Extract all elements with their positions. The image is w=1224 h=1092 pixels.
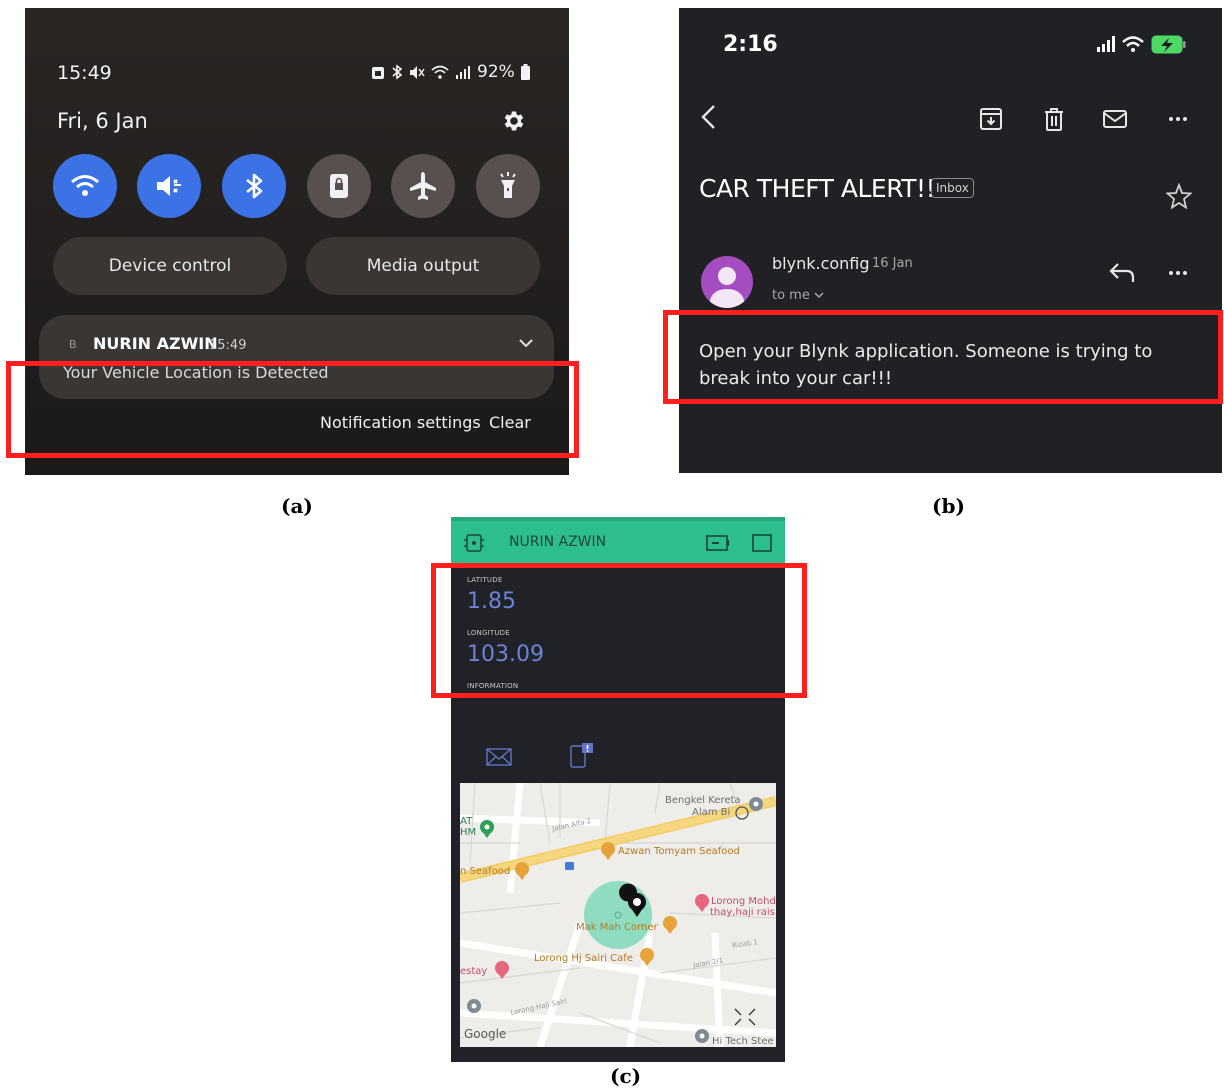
- map-label: estay: [460, 966, 488, 977]
- device-control-button[interactable]: Device control: [53, 237, 287, 295]
- notification-app-icon: B: [69, 338, 77, 351]
- chevron-down-icon[interactable]: [517, 334, 535, 352]
- status-date: Fri, 6 Jan: [57, 109, 148, 133]
- google-logo: Google: [464, 1027, 507, 1041]
- wifi-small-icon: [431, 65, 449, 79]
- email-date: 16 Jan: [872, 256, 913, 271]
- map-label: Lorong Mohd: [711, 896, 776, 907]
- recipient-label: to me: [772, 288, 810, 303]
- notification-time: 15:49: [209, 338, 247, 353]
- bus-stop-icon: [565, 862, 574, 870]
- rotation-lock-toggle[interactable]: [307, 154, 371, 218]
- battery-icon: [520, 64, 530, 80]
- ios-status-icons: [1097, 35, 1186, 54]
- inbox-label[interactable]: Inbox: [931, 178, 974, 198]
- location-accuracy-circle: [584, 881, 652, 949]
- chevron-down-icon: [814, 292, 824, 299]
- map-label: HM: [460, 827, 477, 838]
- more-icon[interactable]: [1165, 106, 1191, 132]
- battery-widget-icon[interactable]: [706, 534, 730, 552]
- map-label: Lorong Hj Sairi Cafe: [534, 953, 633, 964]
- cellular-icon: [1097, 36, 1115, 52]
- notification-widget-icon[interactable]: [569, 741, 595, 769]
- star-icon[interactable]: [1166, 183, 1192, 209]
- highlight-box-a: [6, 361, 579, 458]
- flashlight-icon: [500, 172, 516, 198]
- wifi-toggle[interactable]: [53, 154, 117, 218]
- bluetooth-toggle[interactable]: [222, 154, 286, 218]
- sender-name[interactable]: blynk.config: [772, 254, 870, 273]
- map-label: Azwan Tomyam Seafood: [618, 846, 740, 857]
- wifi-icon: [71, 175, 99, 196]
- sound-muted-icon: [157, 176, 181, 196]
- map-label: Bengkel Kereta: [665, 795, 741, 806]
- device-icon[interactable]: [463, 533, 485, 553]
- airplane-icon: [410, 172, 436, 200]
- media-output-button[interactable]: Media output: [306, 237, 540, 295]
- reply-icon[interactable]: [1108, 260, 1136, 284]
- highlight-box-c: [431, 563, 807, 698]
- map-widget[interactable]: Bengkel Kereta Alam Bi AT HM Jalan Alfa …: [460, 783, 776, 1047]
- email-widget-icon[interactable]: [486, 747, 512, 767]
- app-header: [451, 517, 785, 566]
- delete-icon[interactable]: [1041, 106, 1067, 132]
- back-icon[interactable]: [697, 104, 723, 130]
- bluetooth-icon: [246, 173, 263, 199]
- wifi-icon: [1122, 36, 1144, 52]
- map-label: Mak Mah Corner: [576, 922, 658, 933]
- caption-a: (a): [281, 494, 313, 518]
- flashlight-toggle[interactable]: [476, 154, 540, 218]
- bluetooth-small-icon: [392, 64, 403, 80]
- notification-title: NURIN AZWIN: [93, 334, 218, 353]
- battery-percent: 92%: [477, 62, 515, 82]
- poi-gray-icon: [695, 1029, 709, 1043]
- airplane-toggle[interactable]: [391, 154, 455, 218]
- caption-b: (b): [932, 494, 965, 518]
- status-time: 15:49: [57, 62, 112, 84]
- ios-status-time: 2:16: [723, 32, 778, 57]
- status-icons: 92%: [371, 62, 530, 82]
- mute-small-icon: [410, 65, 425, 79]
- mail-icon[interactable]: [1102, 106, 1128, 132]
- highlight-box-b: [663, 310, 1223, 404]
- map-label: Hi Tech Stee: [712, 1036, 774, 1047]
- archive-icon[interactable]: [978, 106, 1004, 132]
- map-label: Alam Bi: [692, 807, 731, 818]
- recipient-toggle[interactable]: to me: [772, 288, 824, 303]
- poi-gray-icon: [749, 797, 763, 811]
- alarm-icon: [372, 66, 384, 79]
- rotation-lock-icon: [330, 174, 348, 198]
- gear-icon[interactable]: [501, 108, 527, 134]
- person-icon: [709, 267, 745, 308]
- sound-toggle[interactable]: [137, 154, 201, 218]
- battery-charging-icon: [1151, 35, 1186, 54]
- more-icon[interactable]: [1165, 260, 1191, 286]
- map-label: thay,haji rais: [710, 907, 775, 918]
- signal-icon: [456, 65, 470, 79]
- avatar: [701, 256, 753, 308]
- poi-gray-icon: [467, 999, 481, 1013]
- map-label: n Seafood: [460, 866, 511, 877]
- caption-c: (c): [610, 1064, 642, 1088]
- project-title: NURIN AZWIN: [509, 534, 607, 550]
- email-subject: CAR THEFT ALERT!!: [699, 174, 936, 203]
- map-label: AT: [460, 816, 473, 827]
- stop-square-icon[interactable]: [752, 534, 772, 552]
